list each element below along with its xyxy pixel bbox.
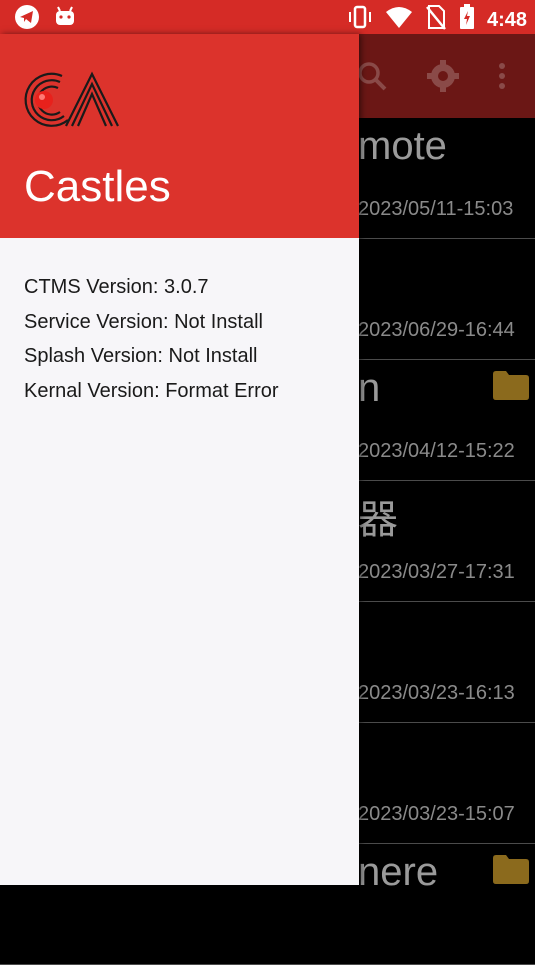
list-item-date: 2023/05/11-15:03 (358, 198, 514, 220)
gear-icon[interactable] (425, 58, 461, 94)
folder-icon (493, 370, 529, 400)
list-item-date: 2023/03/23-16:13 (358, 682, 515, 704)
status-time: 4:48 (486, 8, 527, 31)
drawer-title: Castles (24, 162, 171, 211)
version-info: CTMS Version: 3.0.7 Service Version: Not… (24, 270, 279, 408)
list-item-date: 2023/03/23-15:07 (358, 803, 515, 825)
castles-logo (22, 68, 122, 132)
android-icon (54, 5, 76, 34)
drawer-header: Castles (0, 34, 359, 238)
search-icon[interactable] (354, 58, 390, 94)
list-item-title: nere (358, 850, 439, 894)
kernal-version: Kernal Version: Format Error (24, 379, 279, 402)
status-bar: 4:48 (0, 0, 535, 34)
list-item-title: mote (358, 124, 447, 168)
list-item-date: 2023/06/29-16:44 (358, 319, 515, 341)
list-item-title: 器 (358, 498, 398, 542)
service-version: Service Version: Not Install (24, 310, 263, 333)
wifi-icon (385, 5, 413, 34)
splash-version: Splash Version: Not Install (24, 345, 258, 367)
list-item-title: n (358, 366, 381, 410)
telegram-icon (14, 4, 40, 35)
list-item-date: 2023/03/27-17:31 (358, 561, 515, 583)
overflow-menu-icon[interactable] (492, 58, 512, 94)
navigation-drawer[interactable]: Castles CTMS Version: 3.0.7 Service Vers… (0, 34, 359, 885)
folder-icon (493, 854, 529, 884)
vibrate-icon (347, 4, 373, 35)
list-item-date: 2023/04/12-15:22 (358, 440, 515, 462)
ctms-version: CTMS Version: 3.0.7 (24, 276, 209, 298)
no-sim-icon (425, 4, 447, 35)
battery-charging-icon (459, 4, 475, 35)
